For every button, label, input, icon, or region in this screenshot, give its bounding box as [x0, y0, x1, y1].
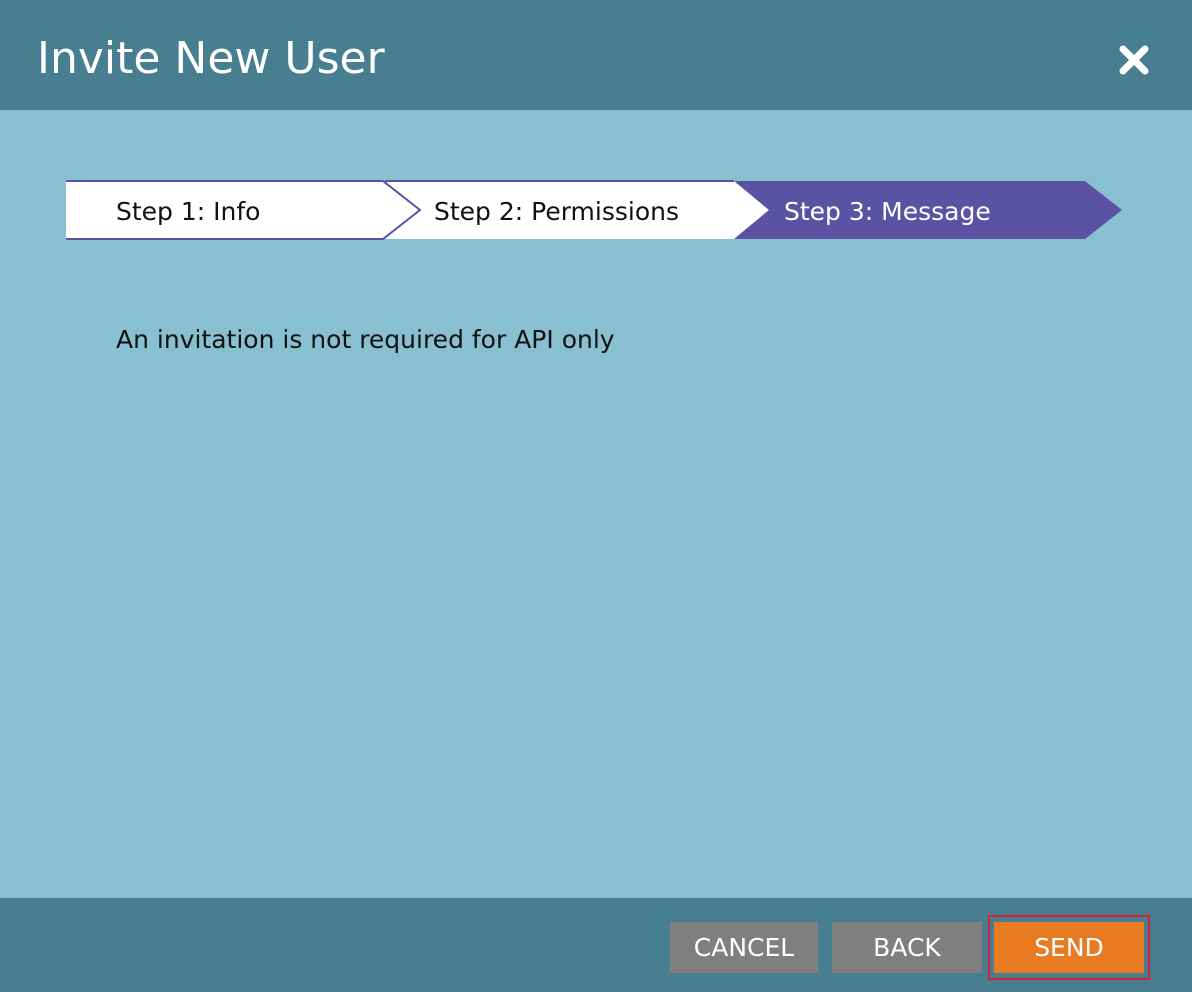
step-2-label: Step 2: Permissions — [434, 197, 680, 226]
api-only-message: An invitation is not required for API on… — [116, 325, 615, 354]
step-3-label: Step 3: Message — [784, 197, 991, 226]
send-button[interactable]: SEND — [994, 922, 1144, 973]
cancel-button[interactable]: CANCEL — [670, 922, 818, 973]
step-1-label: Step 1: Info — [116, 197, 261, 226]
back-button[interactable]: BACK — [832, 922, 982, 973]
step-wizard-shapes — [66, 180, 1122, 240]
